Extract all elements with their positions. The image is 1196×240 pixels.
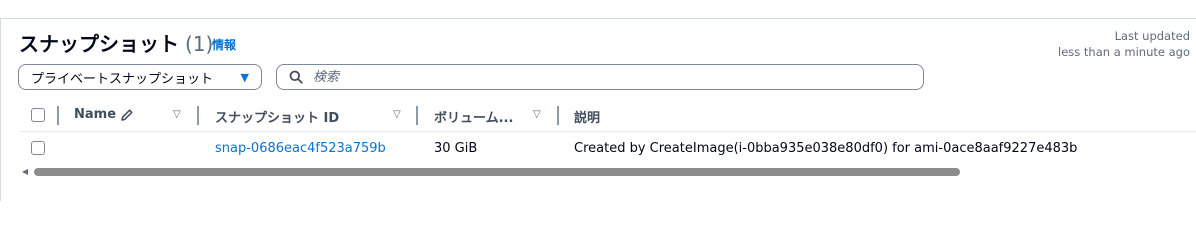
last-updated-label: Last updated xyxy=(1114,29,1190,43)
last-updated: Last updated less than a minute ago xyxy=(1058,28,1190,60)
column-separator xyxy=(57,106,59,125)
page-title-text: スナップショット xyxy=(19,32,179,56)
dropdown-selected-value: プライベートスナップショット xyxy=(31,71,214,87)
last-updated-value: less than a minute ago xyxy=(1058,45,1190,59)
sort-caret-icon[interactable]: ▽ xyxy=(173,109,181,120)
snapshot-count: (1) xyxy=(185,32,214,56)
row-select-checkbox[interactable] xyxy=(31,141,45,155)
select-all-checkbox[interactable] xyxy=(31,108,45,122)
pencil-icon xyxy=(121,108,133,121)
column-separator xyxy=(557,106,559,125)
column-header-volume[interactable]: ボリューム... xyxy=(434,107,513,126)
column-separator xyxy=(197,106,199,125)
scroll-left-arrow-icon[interactable]: ◀ xyxy=(22,167,28,176)
snapshot-filter-dropdown[interactable]: プライベートスナップショット ▼ xyxy=(18,64,262,90)
header-divider xyxy=(20,131,1196,132)
search-icon xyxy=(289,70,303,84)
search-input[interactable] xyxy=(311,68,875,86)
column-header-snapshot-id[interactable]: スナップショット ID xyxy=(215,107,339,126)
cell-description: Created by CreateImage(i-0bba935e038e80d… xyxy=(574,141,1078,156)
column-header-label: ボリューム... xyxy=(434,111,514,126)
cell-volume-size: 30 GiB xyxy=(434,141,478,156)
search-box[interactable] xyxy=(276,64,924,90)
column-header-label: Name xyxy=(74,107,117,122)
scrollbar-thumb[interactable] xyxy=(34,168,960,176)
column-header-label: スナップショット ID xyxy=(215,111,340,126)
snapshot-id-link[interactable]: snap-0686eac4f523a759b xyxy=(215,141,386,156)
sort-caret-icon[interactable]: ▽ xyxy=(533,109,541,120)
caret-down-icon: ▼ xyxy=(240,71,249,84)
column-header-description[interactable]: 説明 xyxy=(574,107,600,126)
column-header-name[interactable]: Name xyxy=(74,107,134,122)
info-link[interactable]: 情報 xyxy=(212,36,236,53)
panel-top-border xyxy=(0,18,1196,19)
page-title: スナップショット (1) xyxy=(19,28,213,57)
sort-caret-icon[interactable]: ▽ xyxy=(393,109,401,120)
column-header-label: 説明 xyxy=(574,111,601,126)
column-separator xyxy=(416,106,418,125)
panel-left-border xyxy=(0,18,1,201)
